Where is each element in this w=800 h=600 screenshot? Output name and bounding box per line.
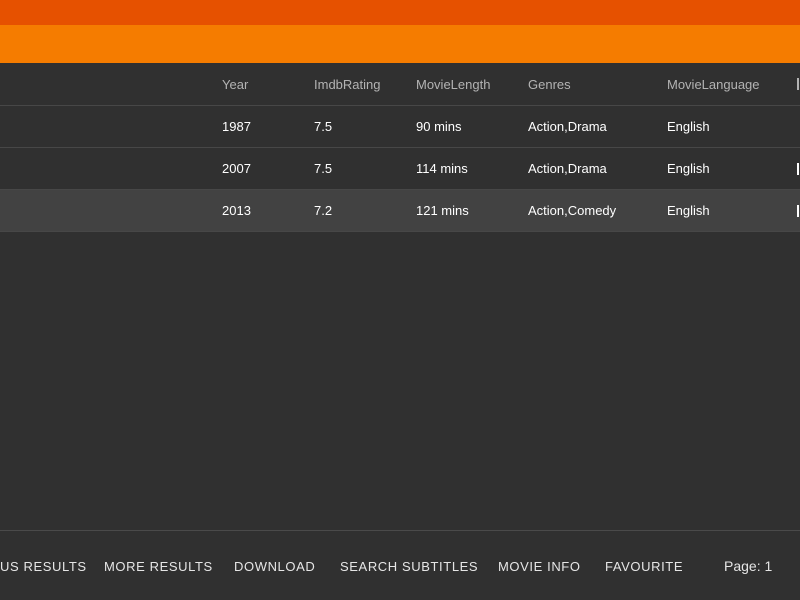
search-subtitles-button[interactable]: SEARCH SUBTITLES bbox=[340, 531, 478, 600]
cell-rating: 7.5 bbox=[314, 161, 333, 176]
cell-year: 1987 bbox=[222, 119, 251, 134]
movie-search-app: Year ImdbRating MovieLength Genres Movie… bbox=[0, 0, 800, 600]
status-bar bbox=[0, 0, 800, 25]
action-footer: US RESULTS MORE RESULTS DOWNLOAD SEARCH … bbox=[0, 530, 800, 600]
truncated-text-mark bbox=[797, 162, 799, 175]
truncated-text-mark bbox=[797, 204, 799, 217]
cell-language: English bbox=[667, 203, 710, 218]
column-header-year[interactable]: Year bbox=[222, 63, 248, 105]
truncated-text-mark bbox=[797, 78, 799, 90]
cell-length: 90 mins bbox=[416, 119, 462, 134]
cell-genres: Action,Drama bbox=[528, 119, 607, 134]
table-row[interactable]: 2007 7.5 114 mins Action,Drama English bbox=[0, 148, 800, 190]
cell-length: 121 mins bbox=[416, 203, 469, 218]
cell-year: 2013 bbox=[222, 203, 251, 218]
results-table: Year ImdbRating MovieLength Genres Movie… bbox=[0, 63, 800, 232]
cell-rating: 7.2 bbox=[314, 203, 333, 218]
favourite-button[interactable]: FAVOURITE bbox=[605, 531, 683, 600]
cell-language: English bbox=[667, 161, 710, 176]
cell-year: 2007 bbox=[222, 161, 251, 176]
table-row[interactable]: 1987 7.5 90 mins Action,Drama English bbox=[0, 106, 800, 148]
app-bar bbox=[0, 25, 800, 63]
cell-language: English bbox=[667, 119, 710, 134]
more-results-button[interactable]: MORE RESULTS bbox=[104, 531, 213, 600]
cell-genres: Action,Drama bbox=[528, 161, 607, 176]
previous-results-button[interactable]: US RESULTS bbox=[0, 531, 87, 600]
page-indicator: Page: 1 bbox=[724, 558, 773, 574]
table-row-selected[interactable]: 2013 7.2 121 mins Action,Comedy English bbox=[0, 190, 800, 232]
column-header-length[interactable]: MovieLength bbox=[416, 63, 490, 105]
movie-info-button[interactable]: MOVIE INFO bbox=[498, 531, 581, 600]
download-button[interactable]: DOWNLOAD bbox=[234, 531, 315, 600]
cell-rating: 7.5 bbox=[314, 119, 333, 134]
cell-genres: Action,Comedy bbox=[528, 203, 617, 218]
table-header: Year ImdbRating MovieLength Genres Movie… bbox=[0, 63, 800, 106]
column-header-rating[interactable]: ImdbRating bbox=[314, 63, 380, 105]
column-header-genres[interactable]: Genres bbox=[528, 63, 571, 105]
cell-length: 114 mins bbox=[416, 161, 468, 176]
column-header-language[interactable]: MovieLanguage bbox=[667, 63, 760, 105]
